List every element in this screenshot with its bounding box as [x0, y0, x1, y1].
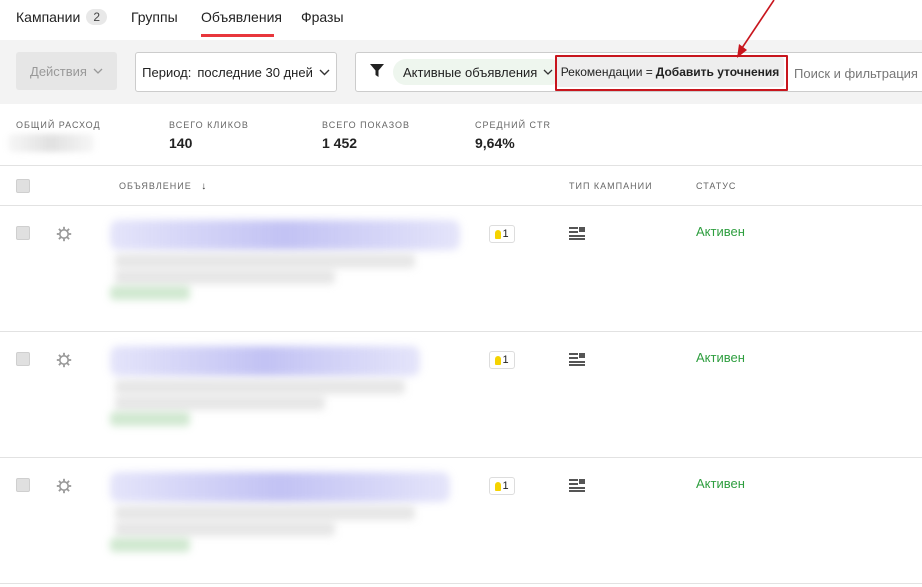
recommendation-count: 1	[502, 354, 509, 366]
stat-clicks: Всего кликов 140	[169, 120, 249, 151]
tab-campaigns-count: 2	[86, 9, 107, 25]
ad-link-blurred	[110, 286, 190, 300]
status-text: Активен	[696, 350, 745, 365]
filter-chip-active-ads[interactable]: Активные объявления	[393, 59, 564, 85]
top-tabs: Кампании 2 Группы Объявления Фразы	[0, 0, 922, 40]
filter-icon[interactable]	[370, 64, 384, 78]
ad-text-blurred	[115, 380, 405, 394]
gear-icon[interactable]	[56, 478, 72, 494]
ad-text-blurred	[115, 396, 325, 410]
filter-chip-active-label: Активные объявления	[403, 64, 538, 80]
lightbulb-icon	[495, 355, 502, 365]
ad-text-blurred	[115, 254, 415, 268]
table-row: 1 Активен	[0, 206, 922, 332]
status-text: Активен	[696, 224, 745, 239]
stat-ctr-value: 9,64%	[475, 135, 515, 151]
sort-arrow-icon: ↓	[201, 181, 208, 192]
recommendation-badge[interactable]: 1	[489, 351, 515, 369]
tab-campaigns[interactable]: Кампании 2	[16, 9, 107, 25]
column-header-campaign-type: Тип кампании	[569, 181, 653, 191]
period-value: последние 30 дней	[197, 64, 313, 80]
ad-text-blurred	[115, 522, 335, 536]
gear-icon[interactable]	[56, 226, 72, 242]
tab-ads[interactable]: Объявления	[201, 9, 282, 25]
stat-ctr: Средний CTR 9,64%	[475, 120, 551, 151]
select-all-checkbox[interactable]	[16, 179, 30, 193]
tab-ads-label: Объявления	[201, 9, 282, 25]
stat-ctr-label: Средний CTR	[475, 120, 552, 130]
ad-title-blurred[interactable]	[110, 220, 460, 250]
ad-title-blurred[interactable]	[110, 472, 450, 502]
actions-button-label: Действия	[30, 63, 87, 79]
lightbulb-icon	[495, 481, 502, 491]
annotation-arrow-icon	[737, 0, 775, 58]
row-checkbox[interactable]	[16, 478, 30, 492]
stat-clicks-value: 140	[169, 135, 193, 151]
table-row: 1 Активен	[0, 332, 922, 458]
recommendation-count: 1	[502, 228, 509, 240]
actions-button[interactable]: Действия	[16, 52, 117, 90]
stat-clicks-label: Всего кликов	[169, 120, 249, 130]
table-row: 1 Активен	[0, 458, 922, 584]
tab-groups-label: Группы	[131, 9, 178, 25]
column-header-ad[interactable]: Объявление ↓	[119, 181, 207, 192]
stat-spend-label: Общий расход	[16, 120, 101, 130]
chevron-down-icon	[543, 69, 553, 75]
tab-groups[interactable]: Группы	[131, 9, 178, 25]
divider	[0, 165, 922, 166]
text-ad-campaign-icon	[569, 479, 585, 492]
lightbulb-icon	[495, 229, 502, 239]
row-checkbox[interactable]	[16, 352, 30, 366]
ad-text-blurred	[115, 270, 335, 284]
period-select[interactable]: Период: последние 30 дней	[135, 52, 337, 92]
recommendation-count: 1	[502, 480, 509, 492]
ad-link-blurred	[110, 412, 190, 426]
status-text: Активен	[696, 476, 745, 491]
ad-link-blurred	[110, 538, 190, 552]
tab-phrases-label: Фразы	[301, 9, 344, 25]
text-ad-campaign-icon	[569, 227, 585, 240]
stat-shows-label: Всего показов	[322, 120, 411, 130]
text-ad-campaign-icon	[569, 353, 585, 366]
search-filter-input[interactable]	[792, 60, 922, 86]
recommendation-badge[interactable]: 1	[489, 477, 515, 495]
ad-title-blurred[interactable]	[110, 346, 420, 376]
ad-text-blurred	[115, 506, 415, 520]
stat-shows: Всего показов 1 452	[322, 120, 410, 151]
period-label: Период:	[142, 64, 192, 80]
tab-phrases[interactable]: Фразы	[301, 9, 344, 25]
stat-shows-value: 1 452	[322, 135, 358, 151]
divider	[0, 583, 922, 584]
chevron-down-icon	[319, 69, 330, 75]
chevron-down-icon	[93, 68, 103, 74]
active-tab-underline	[201, 34, 274, 37]
stat-spend-value-blurred	[8, 134, 94, 152]
row-checkbox[interactable]	[16, 226, 30, 240]
gear-icon[interactable]	[56, 352, 72, 368]
stat-spend: Общий расход	[16, 120, 101, 130]
column-header-ad-label: Объявление	[119, 181, 192, 191]
tab-campaigns-label: Кампании	[16, 9, 81, 25]
recommendation-badge[interactable]: 1	[489, 225, 515, 243]
column-header-status: Статус	[696, 181, 737, 191]
